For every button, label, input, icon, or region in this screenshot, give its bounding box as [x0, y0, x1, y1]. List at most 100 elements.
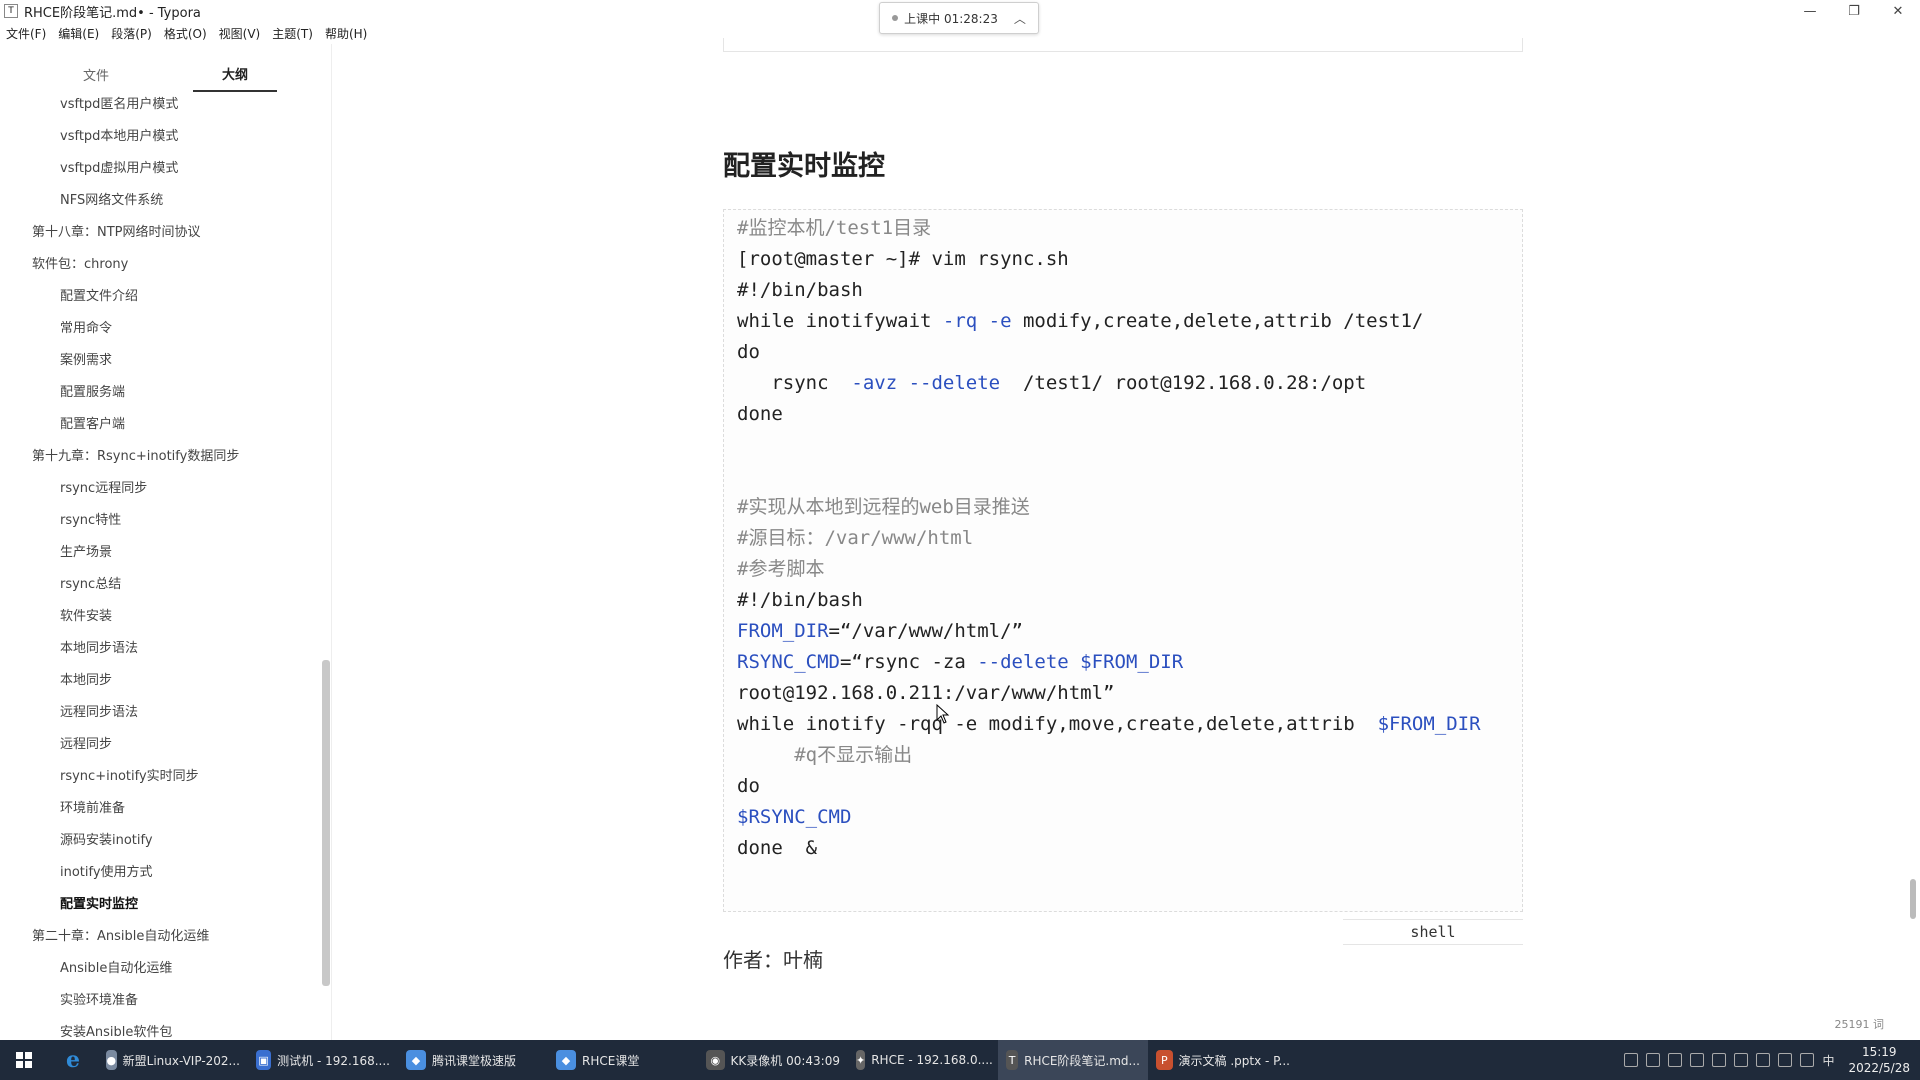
taskbar-app[interactable]: T RHCE阶段笔记.md... — [998, 1040, 1148, 1080]
outline-item[interactable]: rsync特性 — [60, 508, 121, 534]
usb-icon[interactable] — [1712, 1053, 1727, 1067]
battery-icon[interactable] — [1756, 1053, 1771, 1067]
outline-item[interactable]: 远程同步 — [60, 732, 112, 758]
code-line[interactable]: $RSYNC_CMD — [737, 803, 851, 831]
outline-item[interactable]: 生产场景 — [60, 540, 112, 566]
taskbar-app[interactable]: ◆ 腾讯课堂极速版 — [398, 1040, 548, 1080]
outline-item[interactable]: vsftpd匿名用户模式 — [60, 92, 178, 118]
menu-item[interactable]: 格式(O) — [158, 25, 213, 42]
sidebar-scrollbar[interactable] — [322, 660, 330, 986]
minimize-button[interactable]: — — [1788, 0, 1832, 22]
outline-item[interactable]: vsftpd本地用户模式 — [60, 124, 178, 150]
code-line[interactable]: done & — [737, 834, 817, 862]
code-line[interactable]: rsync -avz --delete /test1/ root@192.168… — [737, 369, 1366, 397]
menu-item[interactable]: 文件(F) — [0, 25, 52, 42]
chat-icon[interactable] — [1624, 1053, 1639, 1067]
outline-item[interactable]: rsync总结 — [60, 572, 121, 598]
outline-item[interactable]: vsftpd虚拟用户模式 — [60, 156, 178, 182]
volume-icon[interactable] — [1800, 1053, 1815, 1067]
outline-item[interactable]: 配置服务端 — [60, 380, 125, 406]
start-button[interactable] — [0, 1040, 48, 1080]
edge-browser-icon[interactable]: e — [48, 1047, 98, 1073]
author-line[interactable]: 作者：叶楠 — [723, 944, 823, 973]
outline-item[interactable]: 安装Ansible软件包 — [60, 1020, 172, 1040]
taskbar-app[interactable]: ▣ 测试机 - 192.168.... — [248, 1040, 398, 1080]
outline-item[interactable]: 常用命令 — [60, 316, 112, 342]
code-token: #参考脚本 — [737, 558, 825, 580]
microphone-icon[interactable] — [1778, 1053, 1793, 1067]
ime-indicator[interactable]: 中 — [1822, 1052, 1834, 1069]
taskbar: e ● 新盟Linux-VIP-202... ▣ 测试机 - 192.168.... ◆… — [0, 1040, 1920, 1080]
security-icon[interactable] — [1668, 1053, 1683, 1067]
taskbar-app[interactable]: ● 新盟Linux-VIP-202... — [98, 1040, 248, 1080]
menu-item[interactable]: 主题(T) — [266, 25, 319, 42]
code-line[interactable]: while inotify -rqq -e modify,move,create… — [737, 710, 1481, 738]
outline-item[interactable]: rsync远程同步 — [60, 476, 147, 502]
outline-item[interactable]: inotify使用方式 — [60, 860, 153, 886]
outline-item[interactable]: 环境前准备 — [60, 796, 125, 822]
tab-outline[interactable]: 大纲 — [193, 56, 277, 92]
code-line[interactable]: #监控本机/test1目录 — [737, 214, 931, 242]
code-line[interactable]: do — [737, 772, 760, 800]
menu-item[interactable]: 编辑(E) — [52, 25, 105, 42]
wechat-icon[interactable] — [1646, 1053, 1661, 1067]
word-count[interactable]: 25191 词 — [1835, 1016, 1885, 1032]
taskbar-app-label: 演示文稿 .pptx - P... — [1178, 1053, 1290, 1068]
code-token: do — [737, 775, 760, 797]
code-token: #!/bin/bash — [737, 279, 863, 301]
outline-item[interactable]: 本地同步语法 — [60, 636, 138, 662]
class-timer[interactable]: 上课中 01:28:23 ︿ — [879, 2, 1039, 34]
app-icon: ● — [106, 1050, 117, 1070]
taskbar-app[interactable]: ◆ RHCE课堂 — [548, 1040, 698, 1080]
outline-item[interactable]: 配置文件介绍 — [60, 284, 138, 310]
tab-files[interactable]: 文件 — [54, 56, 138, 92]
chevron-up-icon[interactable]: ︿ — [1014, 10, 1026, 27]
outline-item[interactable]: 源码安装inotify — [60, 828, 153, 854]
section-heading[interactable]: 配置实时监控 — [723, 144, 885, 183]
taskbar-app-label: 新盟Linux-VIP-202... — [122, 1053, 240, 1068]
code-line[interactable]: #参考脚本 — [737, 555, 824, 583]
sidebar: 文件 大纲 vsftpd匿名用户模式 vsftpd本地用户模式 vsftpd虚拟用户… — [0, 44, 332, 1040]
outline-item[interactable]: 配置客户端 — [60, 412, 125, 438]
taskbar-app[interactable]: ✦ RHCE - 192.168.0.... — [848, 1040, 998, 1080]
code-line[interactable]: do — [737, 338, 760, 366]
outline-item[interactable]: Ansible自动化运维 — [60, 956, 172, 982]
outline-item[interactable]: 第二十章：Ansible自动化运维 — [32, 924, 209, 950]
code-line[interactable]: done — [737, 400, 783, 428]
code-line[interactable]: [root@master ~]# vim rsync.sh — [737, 245, 1069, 273]
code-line[interactable]: #源目标：/var/www/html — [737, 524, 973, 552]
outline-item[interactable]: 第十八章：NTP网络时间协议 — [32, 220, 201, 246]
code-line[interactable]: #!/bin/bash — [737, 586, 863, 614]
outline-item[interactable]: 远程同步语法 — [60, 700, 138, 726]
outline-item[interactable]: 配置实时监控 — [60, 892, 138, 918]
outline-item[interactable]: rsync+inotify实时同步 — [60, 764, 199, 790]
network-icon[interactable] — [1690, 1053, 1705, 1067]
close-button[interactable]: ✕ — [1876, 0, 1920, 22]
outline-item[interactable]: 案例需求 — [60, 348, 112, 374]
taskbar-app[interactable]: ◉ KK录像机 00:43:09 — [698, 1040, 848, 1080]
code-line[interactable]: RSYNC_CMD=“rsync -za --delete $FROM_DIR — [737, 648, 1183, 676]
code-line[interactable]: while inotifywait -rq -e modify,create,d… — [737, 307, 1423, 335]
code-block[interactable]: #监控本机/test1目录 [root@master ~]# vim rsync.… — [723, 209, 1523, 912]
code-line[interactable]: #实现从本地到远程的web目录推送 — [737, 493, 1030, 521]
menu-item[interactable]: 视图(V) — [213, 25, 267, 42]
menu-item[interactable]: 帮助(H) — [319, 25, 373, 42]
outline-item[interactable]: 实验环境准备 — [60, 988, 138, 1014]
outline-item[interactable]: 第十九章：Rsync+inotify数据同步 — [32, 444, 239, 470]
outline-item[interactable]: 软件包：chrony — [32, 252, 128, 278]
outline-item[interactable]: 本地同步 — [60, 668, 112, 694]
code-line[interactable]: #!/bin/bash — [737, 276, 863, 304]
editor-area[interactable]: 配置实时监控 #监控本机/test1目录 [root@master ~]# vim… — [333, 38, 1920, 1040]
code-line[interactable]: root@192.168.0.211:/var/www/html” — [737, 679, 1115, 707]
outline-item[interactable]: NFS网络文件系统 — [60, 188, 163, 214]
code-line[interactable]: FROM_DIR=“/var/www/html/” — [737, 617, 1023, 645]
code-line[interactable]: #q不显示输出 — [737, 741, 912, 769]
outline-item[interactable]: 软件安装 — [60, 604, 112, 630]
maximize-button[interactable]: ❐ — [1832, 0, 1876, 22]
editor-scrollbar[interactable] — [1910, 879, 1916, 919]
display-icon[interactable] — [1734, 1053, 1749, 1067]
clock[interactable]: 15:19 2022/5/28 — [1848, 1044, 1910, 1076]
menu-item[interactable]: 段落(P) — [105, 25, 158, 42]
taskbar-app[interactable]: P 演示文稿 .pptx - P... — [1148, 1040, 1298, 1080]
code-language-label[interactable]: shell — [1343, 919, 1523, 945]
